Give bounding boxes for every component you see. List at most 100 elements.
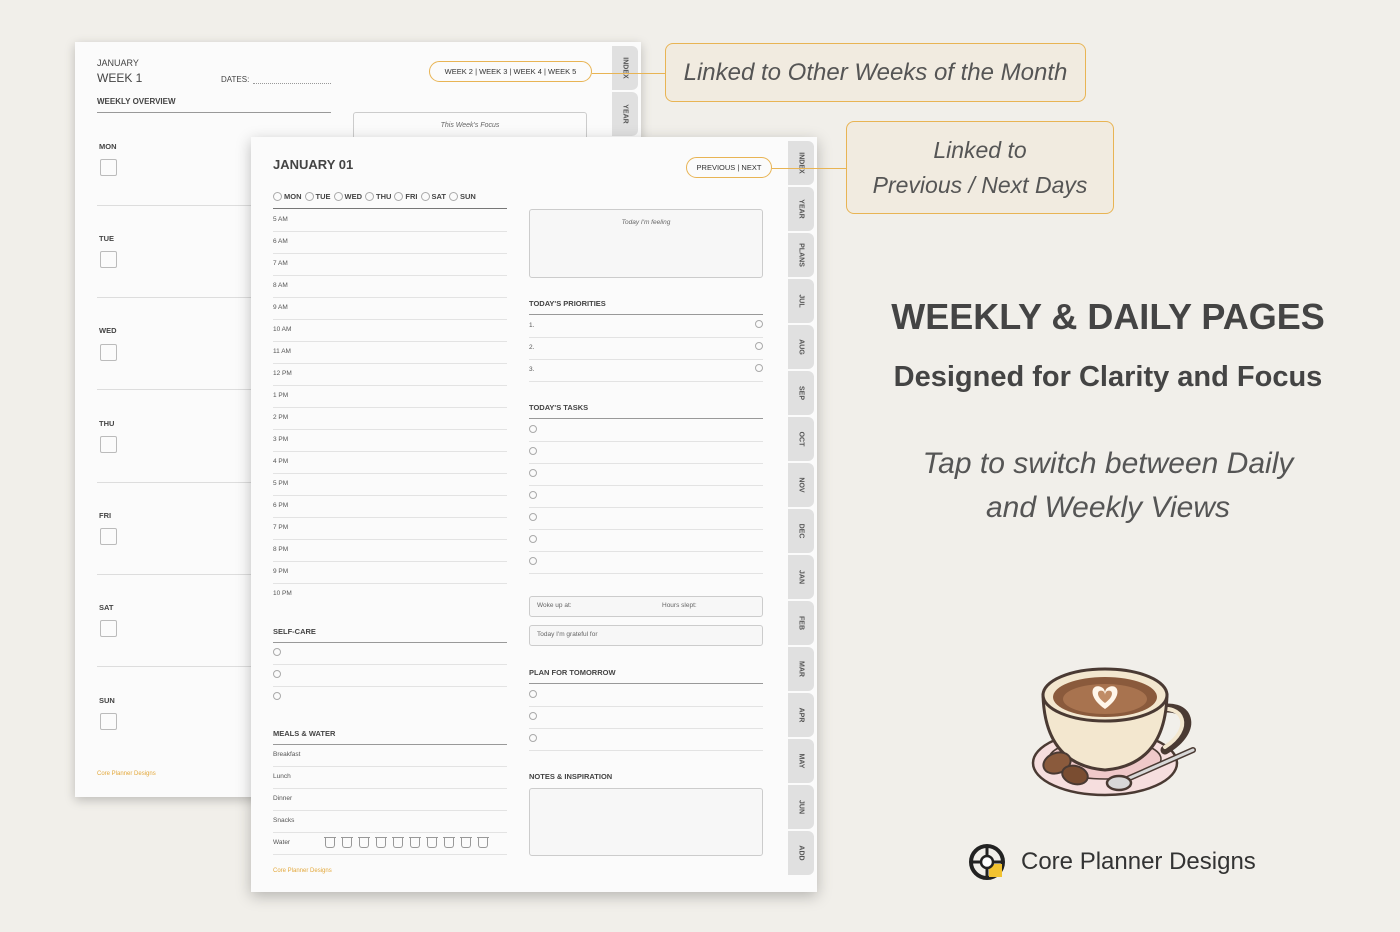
plan-row[interactable] — [529, 729, 763, 751]
water-cup-icon[interactable] — [443, 837, 455, 848]
hour-row[interactable]: 4 PM — [273, 452, 507, 474]
tab-nov[interactable]: NOV — [788, 463, 814, 507]
water-cup-icon[interactable] — [324, 837, 336, 848]
hour-row[interactable]: 5 AM — [273, 210, 507, 232]
hour-row[interactable]: 1 PM — [273, 386, 507, 408]
callout-connector — [772, 168, 847, 169]
task-row[interactable] — [529, 464, 763, 486]
task-row[interactable] — [529, 442, 763, 464]
meal-row[interactable]: Dinner — [273, 789, 507, 811]
hour-row[interactable]: 7 AM — [273, 254, 507, 276]
tab-jul[interactable]: JUL — [788, 279, 814, 323]
day-option[interactable]: WED — [333, 192, 362, 201]
task-row[interactable] — [529, 508, 763, 530]
tab-label: INDEX — [797, 152, 805, 174]
self-care-item[interactable] — [273, 643, 507, 665]
tab-year[interactable]: YEAR — [788, 187, 814, 231]
day-option[interactable]: THU — [365, 192, 391, 201]
tab-mar[interactable]: MAR — [788, 647, 814, 691]
tab-may[interactable]: MAY — [788, 739, 814, 783]
tab-label: FEB — [797, 616, 805, 630]
hour-row[interactable]: 6 AM — [273, 232, 507, 254]
plan-row[interactable] — [529, 685, 763, 707]
tab-aug[interactable]: AUG — [788, 325, 814, 369]
water-cup-icon[interactable] — [409, 837, 421, 848]
weekly-month: JANUARY — [97, 58, 139, 68]
task-row[interactable] — [529, 486, 763, 508]
self-care-item[interactable] — [273, 665, 507, 687]
weekly-tab-strip: INDEX YEAR — [612, 46, 638, 138]
tab-jun[interactable]: JUN — [788, 785, 814, 829]
weekly-day-checkbox[interactable] — [100, 528, 117, 545]
hour-row[interactable]: 9 PM — [273, 562, 507, 584]
tab-apr[interactable]: APR — [788, 693, 814, 737]
water-cup-icon[interactable] — [426, 837, 438, 848]
water-cup-icon[interactable] — [460, 837, 472, 848]
meal-row[interactable]: Lunch — [273, 767, 507, 789]
meal-row[interactable]: Breakfast — [273, 745, 507, 767]
water-cup-icon[interactable] — [392, 837, 404, 848]
hour-row[interactable]: 3 PM — [273, 430, 507, 452]
feeling-box[interactable]: Today I'm feeling — [529, 209, 763, 278]
priority-row[interactable]: 3. — [529, 360, 763, 382]
tab-feb[interactable]: FEB — [788, 601, 814, 645]
water-cup-icon[interactable] — [341, 837, 353, 848]
tab-plans[interactable]: PLANS — [788, 233, 814, 277]
weekly-day-checkbox[interactable] — [100, 713, 117, 730]
tab-dec[interactable]: DEC — [788, 509, 814, 553]
hour-row[interactable]: 5 PM — [273, 474, 507, 496]
hour-row[interactable]: 10 PM — [273, 584, 507, 606]
priority-row[interactable]: 2. — [529, 338, 763, 360]
hour-row[interactable]: 6 PM — [273, 496, 507, 518]
divider — [97, 389, 267, 390]
tab-label: SEP — [797, 385, 805, 401]
tab-add[interactable]: ADD — [788, 831, 814, 875]
prev-next-button[interactable]: PREVIOUS | NEXT — [686, 157, 772, 178]
weekly-day-checkbox[interactable] — [100, 344, 117, 361]
weekly-day-checkbox[interactable] — [100, 159, 117, 176]
week-links-button[interactable]: WEEK 2 | WEEK 3 | WEEK 4 | WEEK 5 — [429, 61, 592, 82]
weekly-day-checkbox[interactable] — [100, 251, 117, 268]
tab-year[interactable]: YEAR — [612, 92, 638, 136]
weekly-day-checkbox[interactable] — [100, 620, 117, 637]
meal-row[interactable]: Snacks — [273, 811, 507, 833]
grateful-box[interactable]: Today I'm grateful for — [529, 625, 763, 646]
hour-row[interactable]: 11 AM — [273, 342, 507, 364]
priority-row[interactable]: 1. — [529, 316, 763, 338]
radio-icon — [304, 192, 314, 201]
water-cup-icon[interactable] — [375, 837, 387, 848]
day-option[interactable]: MON — [273, 192, 302, 201]
task-row[interactable] — [529, 552, 763, 574]
tab-index[interactable]: INDEX — [612, 46, 638, 90]
sleep-box[interactable]: Woke up at: Hours slept: — [529, 596, 763, 617]
checkbox-circle-icon — [529, 690, 537, 698]
self-care-item[interactable] — [273, 687, 507, 709]
dates-field[interactable] — [253, 83, 331, 84]
tab-index[interactable]: INDEX — [788, 141, 814, 185]
tab-sep[interactable]: SEP — [788, 371, 814, 415]
plan-heading: PLAN FOR TOMORROW — [529, 668, 616, 677]
tab-oct[interactable]: OCT — [788, 417, 814, 461]
tab-jan[interactable]: JAN — [788, 555, 814, 599]
hour-row[interactable]: 8 PM — [273, 540, 507, 562]
hour-row[interactable]: 7 PM — [273, 518, 507, 540]
plan-row[interactable] — [529, 707, 763, 729]
task-row[interactable] — [529, 530, 763, 552]
notes-box[interactable] — [529, 788, 763, 856]
day-option[interactable]: FRI — [394, 192, 418, 201]
day-option[interactable]: SUN — [448, 192, 476, 201]
hour-row[interactable]: 2 PM — [273, 408, 507, 430]
water-tracker — [324, 837, 489, 848]
hour-row[interactable]: 9 AM — [273, 298, 507, 320]
task-row[interactable] — [529, 420, 763, 442]
hour-row[interactable]: 10 AM — [273, 320, 507, 342]
tab-label: JAN — [797, 569, 805, 585]
day-option[interactable]: SAT — [420, 192, 446, 201]
tab-label: YEAR — [797, 199, 805, 219]
water-cup-icon[interactable] — [358, 837, 370, 848]
hour-row[interactable]: 8 AM — [273, 276, 507, 298]
hour-row[interactable]: 12 PM — [273, 364, 507, 386]
weekly-day-checkbox[interactable] — [100, 436, 117, 453]
water-cup-icon[interactable] — [477, 837, 489, 848]
day-option[interactable]: TUE — [304, 192, 331, 201]
